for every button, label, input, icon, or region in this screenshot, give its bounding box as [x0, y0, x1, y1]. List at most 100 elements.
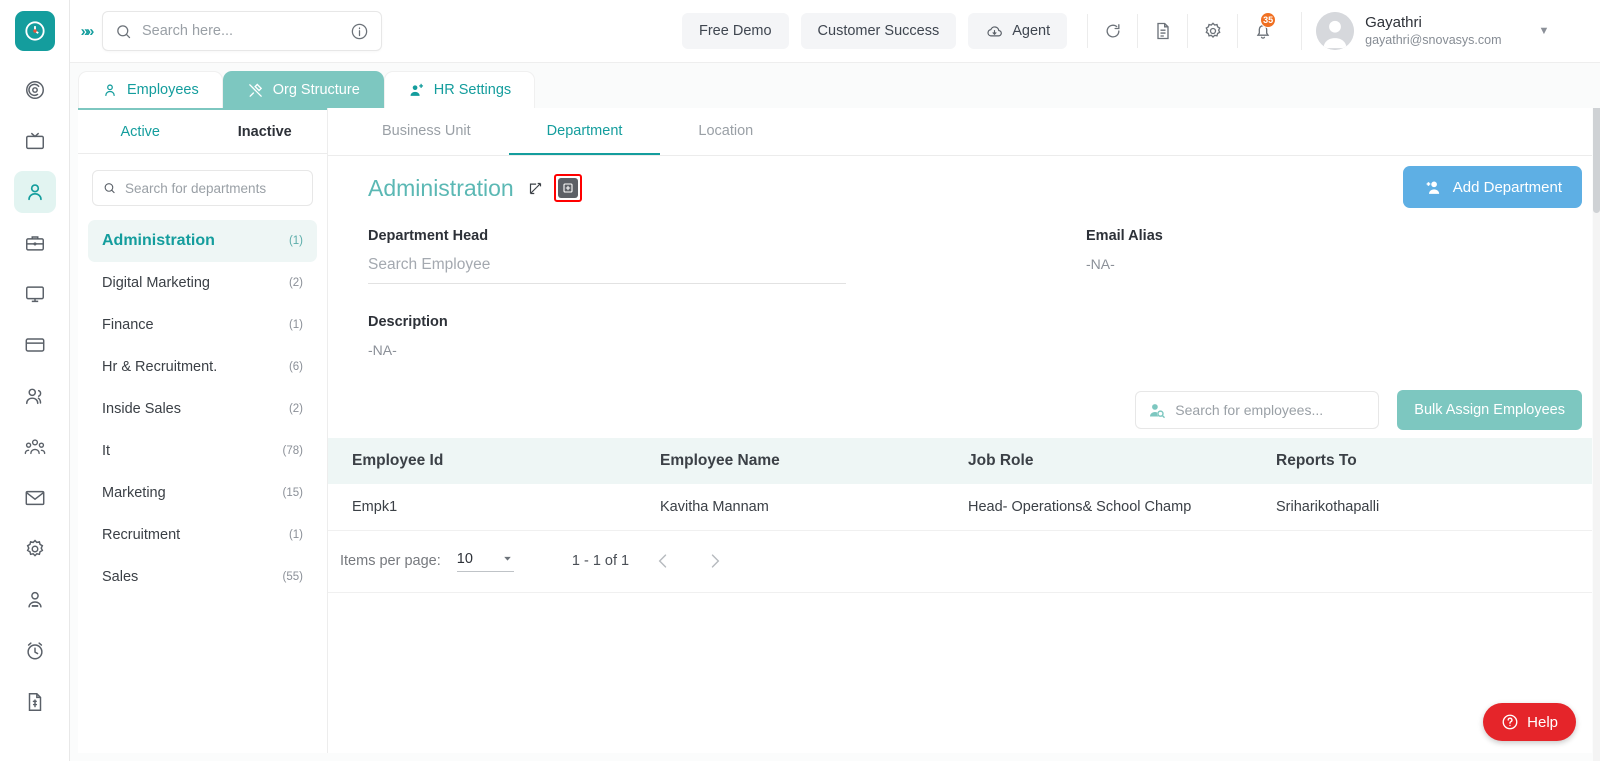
question-circle-icon: [1502, 714, 1518, 730]
tab-org-structure-label: Org Structure: [272, 82, 360, 98]
help-button[interactable]: Help: [1483, 703, 1576, 741]
items-per-page-select[interactable]: 10: [456, 550, 514, 572]
rail-item-invoice[interactable]: [14, 681, 56, 723]
rail-item-tv[interactable]: [14, 120, 56, 162]
assign-toolbar: Bulk Assign Employees: [328, 382, 1592, 438]
rail-item-list: [0, 69, 69, 732]
delete-button-highlight: [553, 174, 582, 202]
department-item-it[interactable]: It (78): [88, 430, 317, 472]
user-name: Gayathri: [1365, 13, 1422, 31]
cell-employee-id: Empk1: [328, 484, 636, 531]
agent-label: Agent: [1012, 23, 1051, 39]
rail-item-user-tie[interactable]: [14, 579, 56, 621]
department-item-finance[interactable]: Finance (1): [88, 304, 317, 346]
gear-icon: [1205, 22, 1221, 38]
user-profile-menu[interactable]: Gayathri gayathri@snovasys.com ▼: [1301, 12, 1549, 50]
next-page-button[interactable]: [697, 543, 733, 579]
free-demo-button[interactable]: Free Demo: [682, 13, 789, 49]
person-search-icon: [1150, 403, 1166, 418]
rail-item-mail[interactable]: [14, 477, 56, 519]
chevron-down-icon: [504, 556, 511, 561]
help-label: Help: [1527, 713, 1558, 731]
department-item-hr-recruitment[interactable]: Hr & Recruitment. (6): [88, 346, 317, 388]
notifications-button[interactable]: 35: [1237, 12, 1287, 48]
rail-item-employees[interactable]: [13, 171, 56, 213]
dept-head-field-group: Department Head: [368, 228, 848, 284]
department-item-sales[interactable]: Sales (55): [88, 556, 317, 598]
items-per-page-label: Items per page:: [340, 553, 441, 569]
description-value: -NA-: [368, 342, 397, 358]
left-icon-rail: [0, 0, 70, 761]
settings-button[interactable]: [1187, 14, 1237, 48]
email-alias-value: -NA-: [1086, 256, 1115, 272]
department-name: It: [102, 443, 111, 459]
expand-sidebar-icon[interactable]: »»: [70, 23, 102, 40]
department-count: (15): [282, 487, 303, 499]
department-count: (2): [288, 277, 303, 289]
page-scrollbar[interactable]: [1593, 63, 1600, 761]
department-name: Recruitment: [102, 527, 181, 543]
table-paginator: Items per page: 10 1 - 1 of 1: [328, 531, 1592, 593]
subtab-department[interactable]: Department: [508, 108, 661, 155]
department-detail-card: Business Unit Department Location Admini…: [328, 108, 1592, 753]
search-icon: [117, 24, 131, 38]
customer-success-label: Customer Success: [817, 23, 940, 39]
global-search[interactable]: [102, 11, 382, 51]
employee-search-input[interactable]: [1175, 402, 1368, 418]
header-pill-group: Free Demo Customer Success Agent: [682, 13, 1068, 49]
rail-item-payments[interactable]: [14, 324, 56, 366]
department-item-digital-marketing[interactable]: Digital Marketing (2): [88, 262, 317, 304]
department-count: (1): [288, 529, 303, 541]
items-per-page-value: 10: [456, 550, 473, 567]
search-input[interactable]: [142, 23, 350, 39]
prev-page-button[interactable]: [645, 543, 681, 579]
employee-search[interactable]: [1135, 391, 1380, 429]
page-title: Administration: [368, 174, 514, 201]
add-department-label: Add Department: [1452, 178, 1562, 196]
dept-head-input[interactable]: [368, 256, 846, 284]
table-header-row: Employee Id Employee Name Job Role Repor…: [328, 438, 1592, 484]
tab-hr-settings[interactable]: HR Settings: [383, 71, 536, 108]
rail-item-dashboard[interactable]: [14, 69, 56, 111]
column-job-role: Job Role: [944, 438, 1252, 484]
cloud-download-icon: [987, 25, 1003, 36]
customer-success-button[interactable]: Customer Success: [800, 13, 957, 49]
app-logo[interactable]: [14, 11, 55, 51]
department-search[interactable]: [92, 170, 313, 206]
tab-employees-label: Employees: [127, 82, 199, 98]
tab-org-structure[interactable]: Org Structure: [222, 71, 384, 108]
archive-department-button[interactable]: [557, 178, 578, 198]
rail-item-monitor[interactable]: [14, 273, 56, 315]
department-count: (2): [288, 403, 303, 415]
column-reports-to: Reports To: [1252, 438, 1592, 484]
department-search-input[interactable]: [125, 180, 302, 196]
edit-department-button[interactable]: [526, 178, 546, 198]
toggle-inactive[interactable]: Inactive: [203, 110, 328, 153]
subtab-location[interactable]: Location: [660, 108, 791, 155]
bulk-assign-employees-button[interactable]: Bulk Assign Employees: [1397, 390, 1582, 430]
main-tabs: Employees Org Structure HR Settings: [78, 71, 536, 108]
rail-item-settings[interactable]: [14, 528, 56, 570]
document-button[interactable]: [1137, 14, 1187, 48]
tab-employees[interactable]: Employees: [78, 71, 223, 108]
employees-table: Employee Id Employee Name Job Role Repor…: [328, 438, 1592, 531]
rail-item-people[interactable]: [14, 375, 56, 417]
chevron-down-icon[interactable]: ▼: [1538, 25, 1549, 37]
column-employee-id: Employee Id: [328, 438, 636, 484]
department-item-marketing[interactable]: Marketing (15): [88, 472, 317, 514]
add-department-button[interactable]: Add Department: [1402, 166, 1582, 208]
toggle-active[interactable]: Active: [78, 110, 203, 153]
department-item-administration[interactable]: Administration (1): [88, 220, 317, 262]
department-item-recruitment[interactable]: Recruitment (1): [88, 514, 317, 556]
refresh-button[interactable]: [1087, 14, 1137, 48]
rail-item-briefcase[interactable]: [14, 222, 56, 264]
department-panel: Active Inactive Administration (1) Digit…: [78, 108, 328, 753]
rail-item-time[interactable]: [14, 630, 56, 672]
rail-item-team[interactable]: [14, 426, 56, 468]
user-text: Gayathri gayathri@snovasys.com: [1365, 14, 1501, 48]
subtab-business-unit[interactable]: Business Unit: [344, 108, 509, 155]
cell-job-role: Head- Operations& School Champ: [944, 484, 1252, 531]
department-item-inside-sales[interactable]: Inside Sales (2): [88, 388, 317, 430]
table-row[interactable]: Empk1 Kavitha Mannam Head- Operations& S…: [328, 484, 1592, 531]
agent-button[interactable]: Agent: [968, 13, 1068, 49]
